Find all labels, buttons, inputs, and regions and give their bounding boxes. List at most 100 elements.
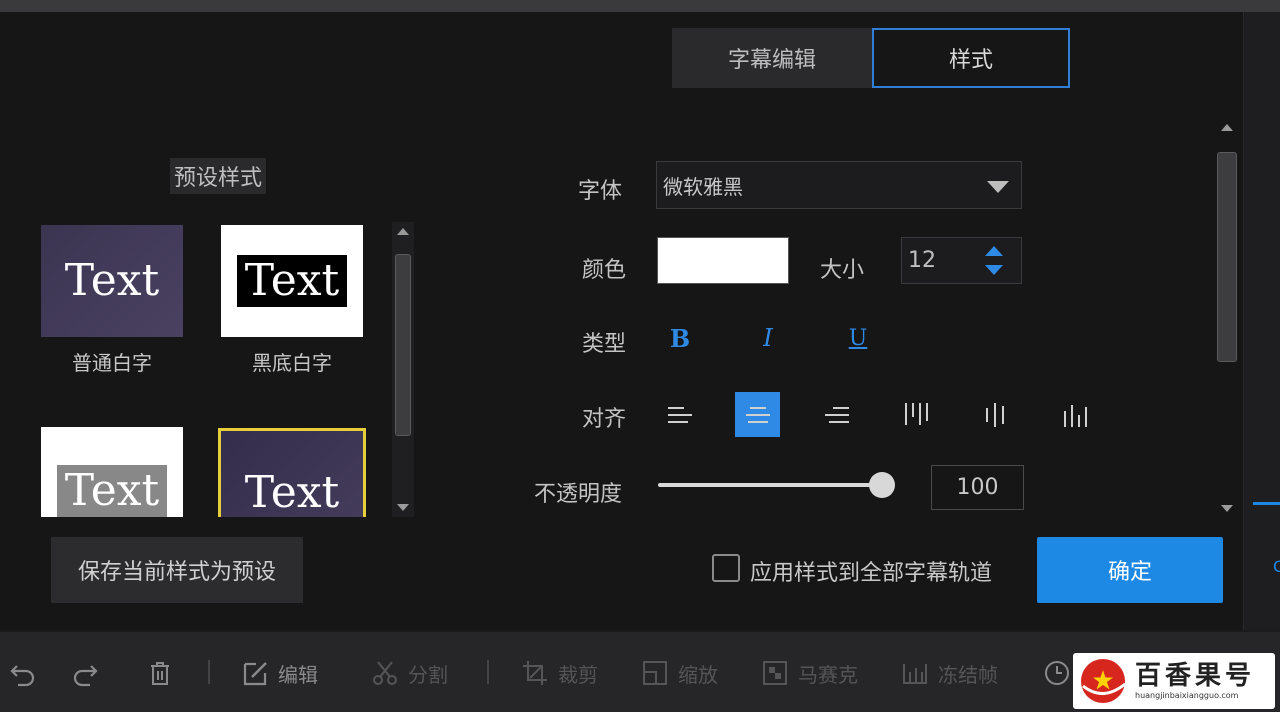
preset-thumbnail: Text bbox=[221, 225, 363, 337]
align-middle-button[interactable] bbox=[972, 392, 1017, 437]
edit-icon bbox=[238, 656, 272, 690]
watermark-title: 百香果号 bbox=[1135, 661, 1256, 692]
align-left-icon bbox=[667, 405, 692, 425]
window-top-bar bbox=[0, 0, 1280, 12]
right-edge-text: C bbox=[1273, 557, 1280, 576]
freeze-icon bbox=[898, 656, 932, 690]
watermark-emblem-icon bbox=[1081, 659, 1126, 703]
preset-thumbnail: Text bbox=[41, 225, 183, 337]
align-center-button[interactable] bbox=[735, 392, 780, 437]
preset-thumb-text: Text bbox=[64, 255, 160, 306]
freeze-frame-button[interactable]: 冻结帧 bbox=[898, 656, 998, 690]
color-label: 颜色 bbox=[582, 258, 627, 283]
split-icon bbox=[368, 656, 402, 690]
align-bottom-button[interactable] bbox=[1052, 392, 1097, 437]
underline-button[interactable]: U bbox=[838, 318, 878, 358]
size-label: 大小 bbox=[820, 258, 865, 283]
font-label: 字体 bbox=[578, 179, 623, 204]
zoom-icon bbox=[638, 656, 672, 690]
split-button[interactable]: 分割 bbox=[368, 656, 448, 690]
opacity-label: 不透明度 bbox=[534, 482, 623, 507]
preset-label: 黑底白字 bbox=[252, 351, 332, 375]
toolbar-divider bbox=[487, 660, 489, 684]
delete-button[interactable] bbox=[143, 656, 177, 690]
align-right-icon bbox=[824, 405, 849, 425]
zoom-button[interactable]: 缩放 bbox=[638, 656, 718, 690]
settings-scrollbar[interactable] bbox=[1214, 118, 1240, 518]
type-label: 类型 bbox=[582, 332, 627, 357]
opacity-slider-track[interactable] bbox=[658, 483, 884, 487]
freeze-label: 冻结帧 bbox=[938, 662, 998, 687]
crop-label: 裁剪 bbox=[558, 662, 598, 687]
decrement-icon[interactable] bbox=[985, 265, 1003, 275]
align-bottom-icon bbox=[1062, 403, 1088, 427]
preset-thumbnail: Text bbox=[218, 428, 366, 517]
preset-thumb-text: Text bbox=[244, 467, 340, 517]
scroll-down-icon[interactable] bbox=[1221, 505, 1233, 512]
align-center-icon bbox=[745, 405, 770, 425]
preset-normal-white[interactable]: Text 普通白字 bbox=[41, 225, 183, 376]
toolbar-divider bbox=[208, 660, 210, 684]
undo-button[interactable] bbox=[6, 656, 40, 690]
scroll-up-icon[interactable] bbox=[397, 228, 409, 235]
watermark-logo: 百香果号 huangjinbaixiangguo.com bbox=[1073, 653, 1275, 709]
preset-black-bg-white[interactable]: Text 黑底白字 bbox=[221, 225, 363, 376]
preset-selected[interactable]: Text bbox=[218, 428, 366, 517]
preset-scrollbar[interactable] bbox=[392, 222, 414, 517]
color-picker[interactable] bbox=[657, 237, 789, 284]
redo-icon bbox=[68, 656, 102, 690]
preset-styles-list: Text 普通白字 Text 黑底白字 Text Text bbox=[30, 212, 390, 517]
opacity-input[interactable]: 100 bbox=[931, 465, 1024, 510]
scrollbar-thumb[interactable] bbox=[1217, 152, 1237, 362]
opacity-slider-handle[interactable] bbox=[869, 472, 895, 498]
increment-icon[interactable] bbox=[985, 246, 1003, 256]
preset-thumbnail: Text bbox=[41, 427, 183, 517]
scrollbar-thumb[interactable] bbox=[395, 254, 411, 436]
preset-thumb-text: Text bbox=[236, 255, 348, 307]
clock-icon bbox=[1040, 656, 1074, 690]
bold-button[interactable]: B bbox=[660, 318, 700, 358]
crop-button[interactable]: 裁剪 bbox=[518, 656, 598, 690]
chevron-down-icon bbox=[987, 181, 1009, 193]
font-select[interactable]: 微软雅黑 bbox=[656, 161, 1022, 209]
redo-button[interactable] bbox=[68, 656, 102, 690]
font-select-value: 微软雅黑 bbox=[663, 174, 743, 199]
apply-all-label[interactable]: 应用样式到全部字幕轨道 bbox=[750, 555, 992, 587]
size-stepper[interactable]: 12 bbox=[901, 237, 1022, 284]
mosaic-icon bbox=[758, 656, 792, 690]
size-value: 12 bbox=[908, 248, 936, 273]
scroll-up-icon[interactable] bbox=[1221, 124, 1233, 131]
align-top-button[interactable] bbox=[893, 392, 938, 437]
mosaic-label: 马赛克 bbox=[798, 662, 858, 687]
split-label: 分割 bbox=[408, 662, 448, 687]
italic-button[interactable]: I bbox=[748, 318, 788, 358]
preset-gray-bg-white[interactable]: Text bbox=[41, 427, 183, 517]
zoom-label: 缩放 bbox=[678, 662, 718, 687]
apply-all-checkbox[interactable] bbox=[712, 554, 740, 582]
watermark-url: huangjinbaixiangguo.com bbox=[1135, 690, 1239, 700]
undo-icon bbox=[6, 656, 40, 690]
mosaic-button[interactable]: 马赛克 bbox=[758, 656, 858, 690]
tab-subtitle-edit[interactable]: 字幕编辑 bbox=[672, 28, 872, 88]
save-preset-button[interactable]: 保存当前样式为预设 bbox=[51, 537, 303, 603]
preset-styles-title: 预设样式 bbox=[170, 158, 267, 194]
tab-bar: 字幕编辑 样式 bbox=[672, 28, 1070, 88]
duration-button[interactable] bbox=[1040, 656, 1074, 690]
timeline-accent-line bbox=[1253, 502, 1280, 505]
confirm-button[interactable]: 确定 bbox=[1037, 537, 1223, 603]
delete-icon bbox=[143, 656, 177, 690]
preset-thumb-text: Text bbox=[56, 465, 168, 517]
align-left-button[interactable] bbox=[657, 392, 702, 437]
edit-button[interactable]: 编辑 bbox=[238, 656, 318, 690]
align-right-button[interactable] bbox=[814, 392, 859, 437]
align-middle-icon bbox=[982, 402, 1008, 427]
scroll-down-icon[interactable] bbox=[397, 504, 409, 511]
watermark-text: 百香果号 huangjinbaixiangguo.com bbox=[1135, 662, 1255, 700]
edit-label: 编辑 bbox=[278, 662, 318, 687]
align-top-icon bbox=[903, 402, 929, 427]
crop-icon bbox=[518, 656, 552, 690]
tab-style[interactable]: 样式 bbox=[872, 28, 1070, 88]
align-label: 对齐 bbox=[582, 407, 627, 432]
preset-label: 普通白字 bbox=[72, 351, 152, 375]
right-edge-panel: C bbox=[1245, 12, 1280, 630]
